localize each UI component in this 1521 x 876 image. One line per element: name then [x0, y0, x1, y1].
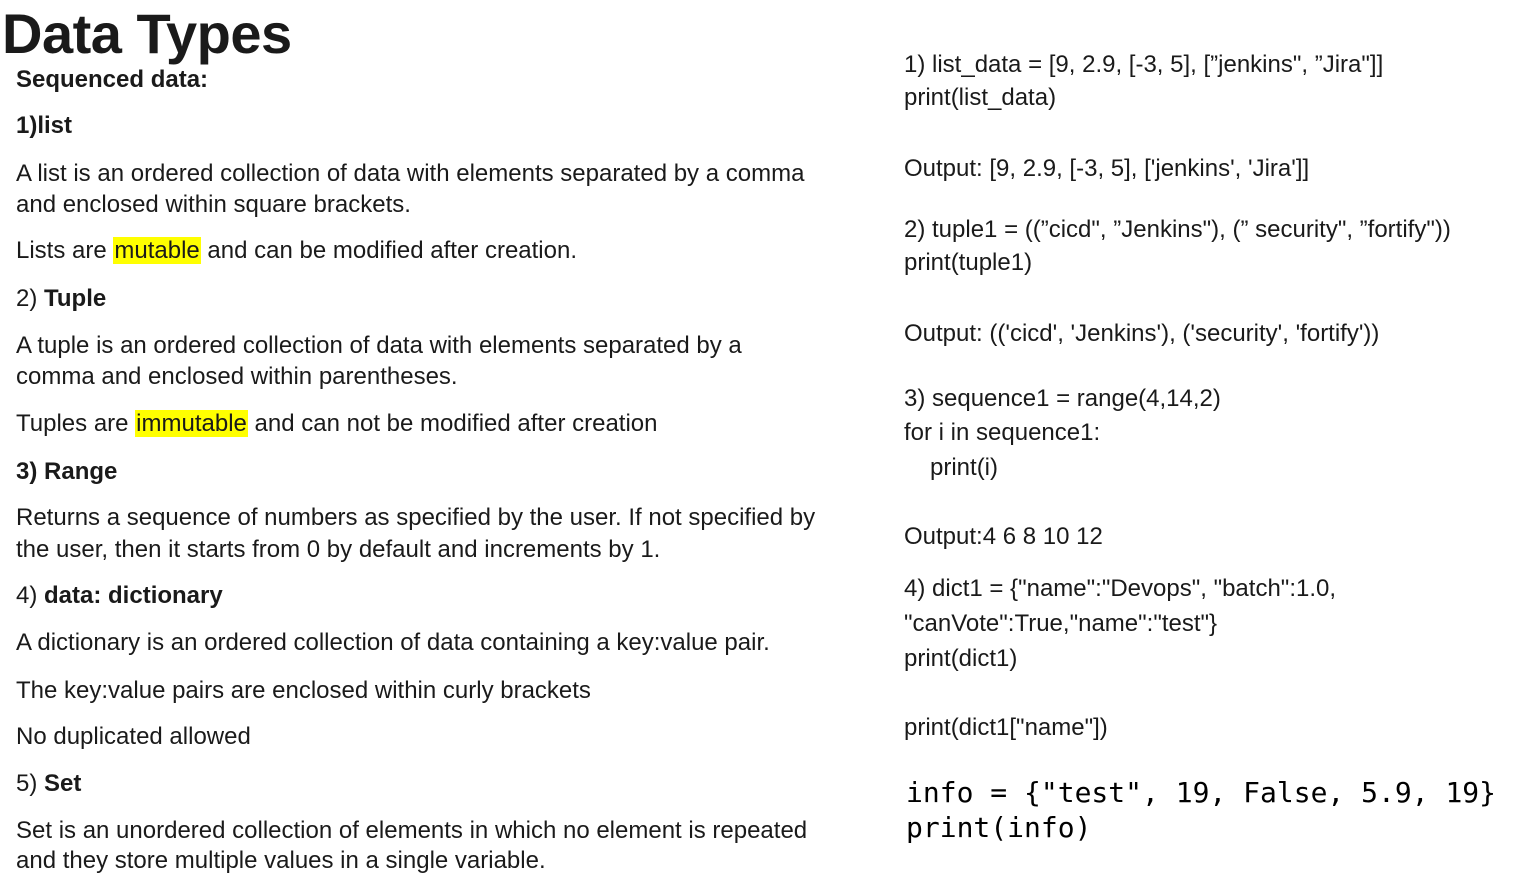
tuple-mutability-line: Tuples are immutable and can not be modi… [16, 409, 657, 439]
list-desc-line-1: A list is an ordered collection of data … [16, 160, 805, 187]
tuple-desc-line-1: A tuple is an ordered collection of data… [16, 332, 742, 359]
range-example-line-1: 3) sequence1 = range(4,14,2) [904, 385, 1221, 412]
list-mutability-prefix: Lists are [16, 237, 114, 264]
set-number: 5) [16, 770, 45, 797]
tuple-example-line-1: 2) tuple1 = ((”cicd", ”Jenkins"), (” sec… [904, 216, 1451, 243]
list-example-line-2: print(list_data) [904, 84, 1057, 111]
dict-heading-line: 4) data: dictionary [16, 581, 223, 611]
range-desc-line-2: the user, then it starts from 0 by defau… [16, 536, 661, 563]
tuple-heading: Tuple [44, 285, 107, 312]
tuple-number: 2) [16, 285, 45, 312]
mutable-highlight: mutable [113, 237, 201, 264]
range-example-line-2: for i in sequence1: [904, 419, 1101, 446]
set-example-line-2: print(info) [906, 811, 1092, 844]
list-heading: 1)list [16, 112, 73, 139]
tuple-desc-line-2: comma and enclosed within parentheses. [16, 363, 458, 390]
dict-example-line-2: "canVote":True,"name":"test"} [904, 610, 1218, 637]
list-example-line-1: 1) list_data = [9, 2.9, [-3, 5], [”jenki… [904, 51, 1384, 78]
tuple-mutability-suffix: and can not be modified after creation [247, 410, 658, 437]
dict-example-line-3: print(dict1) [904, 645, 1018, 672]
sequenced-data-heading: Sequenced data: [16, 66, 209, 93]
page-title: Data Types [2, 2, 292, 65]
list-desc-line-2: and enclosed within square brackets. [16, 191, 411, 218]
set-example-line-1: info = {"test", 19, False, 5.9, 19} [906, 776, 1497, 809]
dict-desc-line-1: A dictionary is an ordered collection of… [16, 629, 770, 656]
set-heading: Set [44, 770, 82, 797]
set-heading-line: 5) Set [16, 769, 81, 799]
set-desc-line-2: and they store multiple values in a sing… [16, 847, 546, 874]
tuple-heading-line: 2) Tuple [16, 284, 106, 314]
tuple-example-output: Output: (('cicd', 'Jenkins'), ('security… [904, 320, 1380, 347]
list-example-output: Output: [9, 2.9, [-3, 5], ['jenkins', 'J… [904, 155, 1310, 182]
range-heading: 3) Range [16, 458, 118, 485]
dict-heading: data: dictionary [44, 582, 223, 609]
range-example-line-3: print(i) [930, 454, 999, 481]
tuple-mutability-prefix: Tuples are [16, 410, 136, 437]
dict-example-line-4: print(dict1["name"]) [904, 714, 1108, 741]
range-desc-line-1: Returns a sequence of numbers as specifi… [16, 504, 816, 531]
dict-number: 4) [16, 582, 45, 609]
tuple-example-line-2: print(tuple1) [904, 249, 1033, 276]
list-mutability-line: Lists are mutable and can be modified af… [16, 236, 577, 266]
dict-example-line-1: 4) dict1 = {"name":"Devops", "batch":1.0… [904, 575, 1337, 602]
set-desc-line-1: Set is an unordered collection of elemen… [16, 817, 808, 844]
immutable-highlight: immutable [135, 410, 248, 437]
list-mutability-suffix: and can be modified after creation. [200, 237, 577, 264]
range-example-output: Output:4 6 8 10 12 [904, 523, 1103, 550]
dict-desc-line-2: The key:value pairs are enclosed within … [16, 677, 591, 704]
dict-desc-line-3: No duplicated allowed [16, 723, 251, 750]
